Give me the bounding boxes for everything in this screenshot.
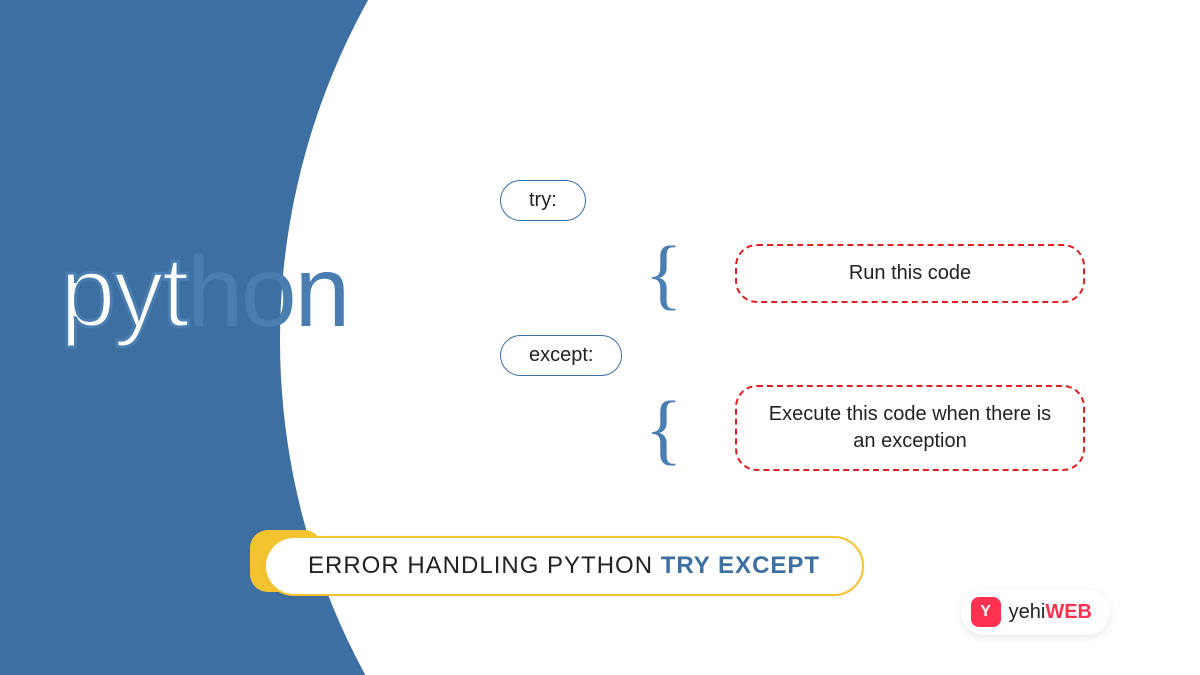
brand-icon: Y (971, 597, 1001, 627)
brand-logo: Y yehiWEB (961, 589, 1110, 635)
python-logo-blue: hon (187, 236, 348, 348)
try-pill: try: (500, 180, 586, 221)
canvas: python try: { Run this code except: { Ex… (0, 0, 1200, 675)
python-logo: python (60, 235, 348, 350)
exception-box: Execute this code when there is an excep… (735, 385, 1085, 471)
run-code-box: Run this code (735, 244, 1085, 303)
brace-icon: { (645, 390, 682, 468)
title-prefix: ERROR HANDLING PYTHON (308, 552, 661, 579)
brand-suffix: WEB (1045, 601, 1092, 623)
except-pill: except: (500, 335, 622, 376)
brand-text: yehi (1009, 601, 1046, 623)
title-bold: TRY EXCEPT (661, 552, 820, 579)
brand-icon-letter: Y (980, 603, 991, 621)
brand-text-wrapper: yehiWEB (1009, 601, 1092, 624)
title-block: ERROR HANDLING PYTHON TRY EXCEPT (250, 530, 864, 596)
title-pill: ERROR HANDLING PYTHON TRY EXCEPT (264, 536, 864, 596)
brace-icon: { (645, 235, 682, 313)
python-logo-outline: pyt (60, 236, 187, 348)
